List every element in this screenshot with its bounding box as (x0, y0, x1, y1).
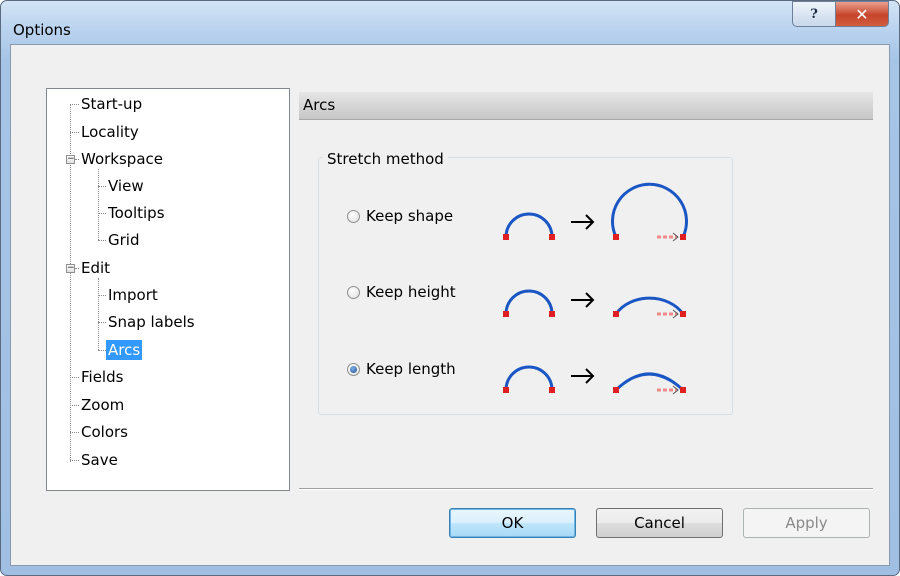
radio-label: Keep height (366, 283, 456, 301)
keep-length-radio[interactable]: Keep length (347, 360, 456, 378)
right-arrow-icon (571, 214, 595, 230)
radio-indicator-checked[interactable] (347, 362, 360, 376)
keep-height-radio[interactable]: Keep height (347, 283, 456, 301)
arc-before-icon (504, 365, 554, 391)
tree-line (70, 104, 79, 105)
dialog-client-area: − − Start-up Locality Workspace View Too… (10, 44, 890, 566)
apply-button[interactable]: Apply (743, 508, 870, 538)
tree-item-locality[interactable]: Locality (81, 122, 139, 142)
section-title: Arcs (303, 96, 336, 114)
tree-item-fields[interactable]: Fields (81, 367, 123, 387)
tree-line (70, 132, 79, 133)
tree-item-edit[interactable]: Edit (81, 258, 110, 278)
tree-line (98, 322, 106, 323)
tree-item-tooltips[interactable]: Tooltips (108, 203, 165, 223)
radio-indicator[interactable] (347, 285, 360, 299)
ok-button[interactable]: OK (449, 508, 576, 538)
tree-item-save[interactable]: Save (81, 450, 118, 470)
tree-line (70, 460, 79, 461)
tree-line (70, 377, 79, 378)
section-header: Arcs (299, 92, 873, 120)
keep-shape-diagram (503, 182, 688, 242)
close-icon: ✕ (855, 4, 869, 24)
help-icon: ? (810, 6, 818, 22)
tree-line (98, 186, 106, 187)
collapse-edit-icon[interactable]: − (66, 264, 75, 273)
cancel-button[interactable]: Cancel (596, 508, 723, 538)
close-button[interactable]: ✕ (835, 1, 889, 27)
right-arrow-icon (571, 292, 595, 308)
keep-length-diagram (503, 365, 686, 395)
tree-item-workspace[interactable]: Workspace (81, 149, 163, 169)
keep-height-diagram (503, 289, 686, 319)
tree-item-zoom[interactable]: Zoom (81, 395, 124, 415)
arc-after-icon (614, 372, 685, 392)
tree-line (98, 213, 106, 214)
tree-line (75, 268, 79, 269)
tree-line (70, 432, 79, 433)
tree-line (98, 169, 99, 240)
tree-line (98, 295, 106, 296)
group-label: Stretch method (323, 150, 448, 168)
radio-label: Keep shape (366, 207, 454, 225)
tree-item-arcs[interactable]: Arcs (106, 340, 143, 360)
options-tree[interactable]: − − Start-up Locality Workspace View Too… (46, 88, 290, 491)
tree-line (98, 350, 106, 351)
right-arrow-icon (571, 368, 595, 384)
tree-item-import[interactable]: Import (108, 285, 158, 305)
radio-indicator[interactable] (347, 209, 360, 223)
tree-item-start-up[interactable]: Start-up (81, 94, 142, 114)
arc-after-icon (611, 182, 688, 238)
arc-after-icon (614, 296, 685, 315)
tree-item-grid[interactable]: Grid (108, 230, 139, 250)
keep-shape-radio[interactable]: Keep shape (347, 207, 453, 225)
tree-item-snap-labels[interactable]: Snap labels (108, 312, 195, 332)
tree-item-view[interactable]: View (108, 176, 144, 196)
tree-line (75, 159, 79, 160)
tree-line (98, 240, 106, 241)
collapse-workspace-icon[interactable]: − (66, 155, 75, 164)
help-button[interactable]: ? (792, 1, 836, 27)
tree-item-colors[interactable]: Colors (81, 422, 128, 442)
arc-before-icon (504, 212, 554, 238)
window-title: Options (13, 21, 71, 39)
options-dialog: Options ? ✕ − − Start-up Locality Worksp… (0, 0, 900, 576)
tree-line (98, 278, 99, 350)
radio-label: Keep length (366, 360, 456, 378)
divider (299, 488, 873, 490)
arc-before-icon (504, 289, 554, 315)
tree-line (70, 405, 79, 406)
